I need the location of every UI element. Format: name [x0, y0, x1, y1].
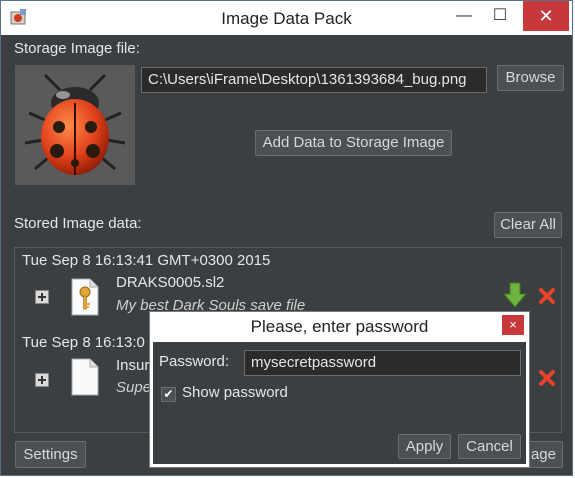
maximize-button[interactable]: ☐: [478, 1, 522, 31]
entry-date: Tue Sep 8 16:13:0: [22, 334, 145, 351]
close-button[interactable]: ✕: [523, 1, 569, 31]
storage-image-label: Storage Image file:: [14, 40, 140, 57]
password-input[interactable]: mysecretpassword: [244, 350, 521, 376]
entry-date: Tue Sep 8 16:13:41 GMT+0300 2015: [22, 252, 271, 269]
file-icon: [71, 358, 99, 396]
title-bar: Image Data Pack — ☐ ✕: [1, 1, 572, 35]
dialog-body: Password: mysecretpassword ✔ Show passwo…: [153, 342, 526, 464]
expand-icon[interactable]: [35, 290, 49, 304]
expand-icon[interactable]: [35, 373, 49, 387]
password-dialog: Please, enter password × Password: mysec…: [149, 311, 530, 468]
delete-icon[interactable]: [538, 369, 556, 387]
entry-description: Supe: [116, 379, 152, 396]
show-password-checkbox[interactable]: ✔: [161, 387, 176, 402]
password-label: Password:: [159, 353, 230, 370]
entry-filename: Insur: [116, 357, 150, 374]
browse-button[interactable]: Browse: [497, 65, 564, 91]
key-file-icon: [71, 278, 99, 316]
settings-button[interactable]: Settings: [15, 441, 86, 468]
dialog-title: Please, enter password: [250, 317, 429, 336]
dialog-close-button[interactable]: ×: [502, 315, 524, 335]
entry-filename: DRAKS0005.sl2: [116, 274, 225, 291]
stored-data-label: Stored Image data:: [14, 215, 142, 232]
cancel-button[interactable]: Cancel: [458, 434, 521, 459]
ladybug-icon: [24, 73, 126, 175]
storage-image-preview: [15, 65, 135, 185]
storage-path-field[interactable]: C:\Users\iFrame\Desktop\1361393684_bug.p…: [141, 67, 487, 93]
download-icon[interactable]: [503, 282, 527, 308]
add-data-button[interactable]: Add Data to Storage Image: [255, 130, 452, 156]
apply-button[interactable]: Apply: [398, 434, 451, 459]
clear-all-button[interactable]: Clear All: [494, 212, 562, 238]
delete-icon[interactable]: [538, 287, 556, 305]
show-password-label[interactable]: Show password: [182, 384, 288, 401]
